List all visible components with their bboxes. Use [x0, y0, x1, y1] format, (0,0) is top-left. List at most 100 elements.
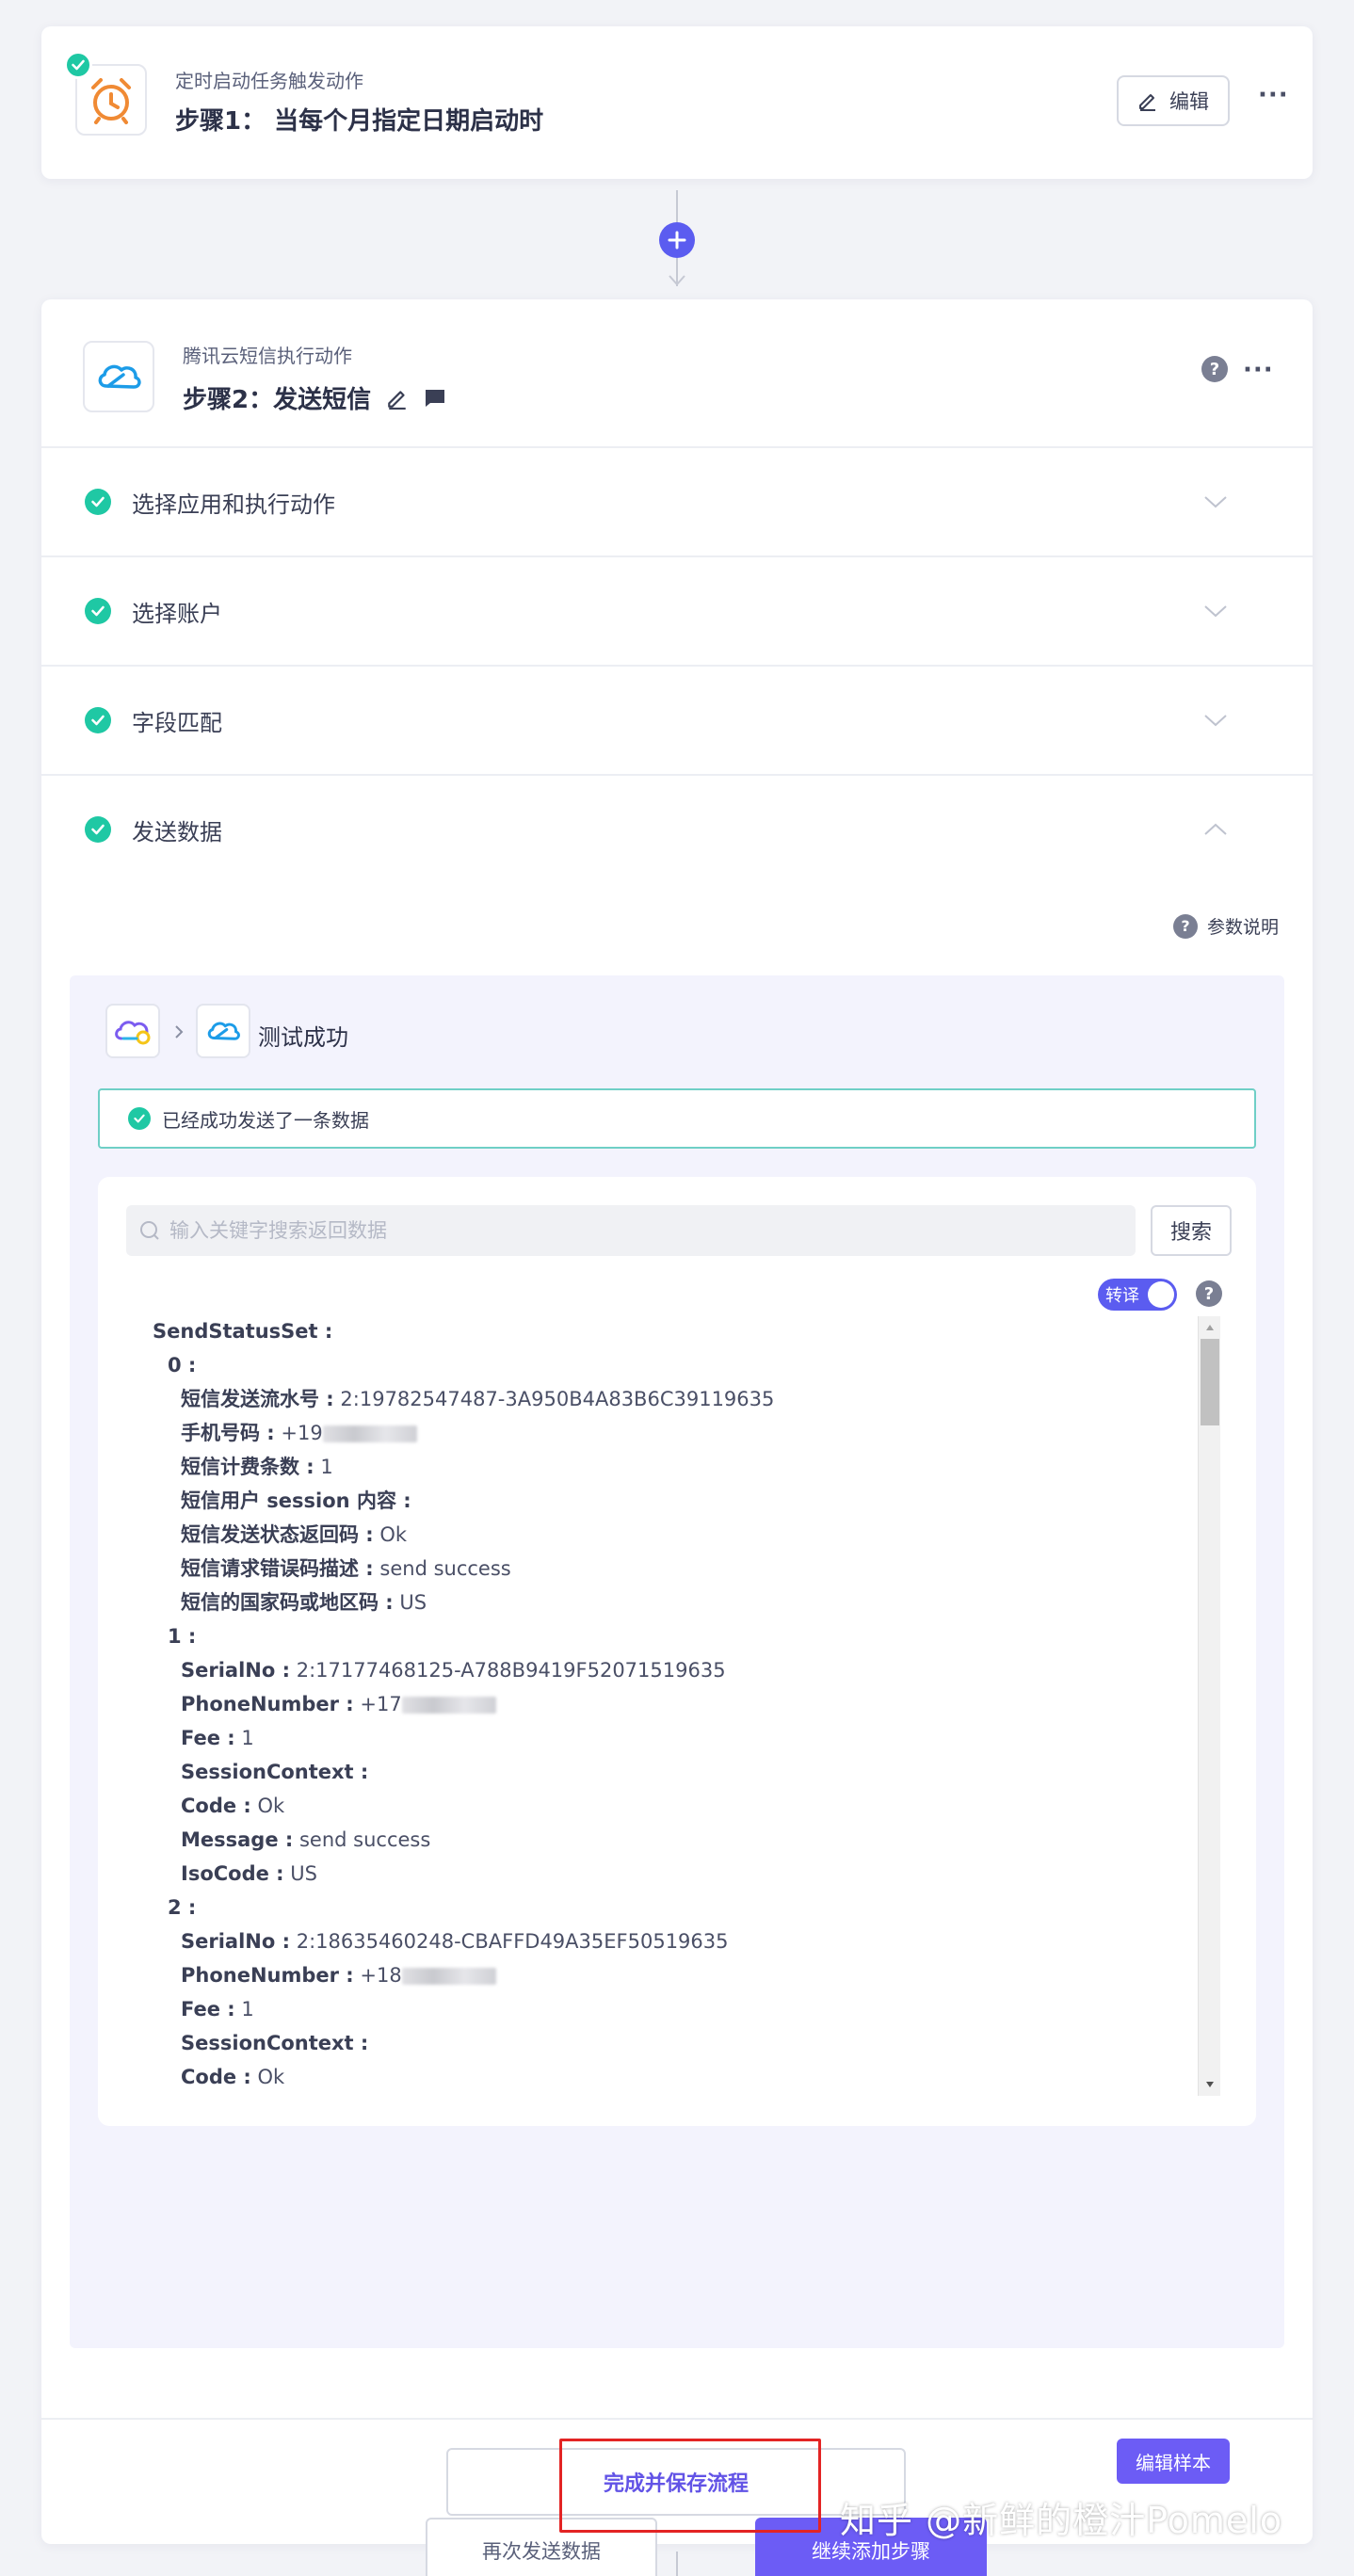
check-icon [85, 707, 111, 733]
chevron-up-icon [1204, 823, 1227, 835]
tree-key: 0 : [168, 1354, 197, 1377]
tree-value: 2:19782547487-3A950B4A83B6C39119635 [340, 1388, 775, 1410]
tree-row: 1 : [153, 1619, 1188, 1653]
edit-button-label: 编辑 [1169, 90, 1209, 113]
scroll-down-arrow[interactable] [1199, 2075, 1221, 2094]
tree-key: IsoCode : [181, 1862, 284, 1885]
section-select-app[interactable]: 选择应用和执行动作 [41, 446, 1313, 555]
check-icon [85, 489, 111, 515]
check-icon [85, 598, 111, 624]
tree-key: SerialNo : [181, 1930, 291, 1953]
response-data-tree: SendStatusSet : 0 : 短信发送流水号 : 2:1978254748… [153, 1314, 1188, 2105]
tree-row: 短信用户 session 内容 : [153, 1484, 1188, 1518]
tree-row: Fee : 1 [153, 1992, 1188, 2026]
scroll-thumb[interactable] [1201, 1339, 1219, 1425]
tree-row: 短信发送状态返回码 : Ok [153, 1518, 1188, 1552]
tree-key: 手机号码 : [181, 1422, 275, 1444]
scrollbar[interactable] [1198, 1316, 1220, 2096]
pencil-icon[interactable] [386, 387, 409, 410]
tree-key: SessionContext : [181, 1761, 369, 1783]
tree-value: send success [379, 1557, 511, 1580]
tree-row: SessionContext : [153, 1755, 1188, 1789]
tree-key: Fee : [181, 1998, 235, 2021]
tree-value: Ok [257, 1795, 285, 1817]
tree-row: 短信的国家码或地区码 : US [153, 1586, 1188, 1619]
section-field-mapping[interactable]: 字段匹配 [41, 665, 1313, 774]
add-step-button[interactable] [659, 222, 695, 258]
tree-key: 2 : [168, 1896, 197, 1919]
tree-row: Message : send success [153, 1823, 1188, 1857]
translate-toggle[interactable]: 转译 [1098, 1279, 1177, 1311]
red-highlight-annotation [559, 2439, 821, 2533]
tree-row: 2 : [153, 1891, 1188, 1924]
section-label: 发送数据 [132, 818, 222, 845]
tree-value: 1 [320, 1456, 333, 1478]
tree-key: 短信发送状态返回码 : [181, 1523, 374, 1546]
tree-key: 短信计费条数 : [181, 1456, 314, 1478]
section-select-account[interactable]: 选择账户 [41, 555, 1313, 665]
comment-icon[interactable] [424, 387, 446, 410]
search-icon [140, 1221, 159, 1240]
tree-row: Code : Ok [153, 1789, 1188, 1823]
toggle-knob [1148, 1281, 1174, 1308]
step1-title: 步骤1： 当每个月指定日期启动时 [175, 107, 544, 136]
tree-row: PhoneNumber : +18 [153, 1958, 1188, 1992]
tree-value: +18 [360, 1964, 402, 1987]
step2-title-row: 步骤2：发送短信 [183, 380, 446, 415]
tree-key: SerialNo : [181, 1659, 291, 1682]
tree-row: Code : Ok [153, 2060, 1188, 2094]
tree-row: SendStatusSet : [153, 1314, 1188, 1348]
watermark: 知乎 @新鲜的橙汁Pomelo [840, 2500, 1283, 2541]
section-label: 选择账户 [132, 600, 222, 627]
tree-value: 1 [241, 1998, 254, 2021]
tree-row: PhoneNumber : +17 [153, 1687, 1188, 1721]
tree-key: PhoneNumber : [181, 1964, 354, 1987]
step2-more-menu[interactable]: ··· [1243, 356, 1274, 384]
connector-line [676, 190, 678, 222]
chevron-down-icon [1204, 715, 1227, 727]
section-send-data[interactable]: 发送数据 [41, 774, 1313, 883]
footer-divider [41, 2418, 1313, 2420]
step1-more-menu[interactable]: ··· [1258, 81, 1289, 109]
completed-check-icon [64, 51, 92, 79]
search-input[interactable] [126, 1205, 1136, 1256]
test-status-title: 测试成功 [258, 1024, 348, 1051]
tencent-cloud-app-icon [83, 341, 154, 412]
check-icon [85, 816, 111, 843]
tree-value: US [290, 1862, 317, 1885]
section-label: 选择应用和执行动作 [132, 491, 335, 518]
tree-key: 短信请求错误码描述 : [181, 1557, 374, 1580]
result-data-box: 搜索 转译 ? SendStatusSet : 0 : 短信发送流水号 : 2:19… [98, 1177, 1256, 2126]
tree-key: Message : [181, 1828, 294, 1851]
tree-key: Code : [181, 1795, 251, 1817]
chevron-down-icon [1204, 496, 1227, 508]
param-help-label: 参数说明 [1207, 917, 1280, 938]
tree-row: IsoCode : US [153, 1857, 1188, 1891]
help-icon[interactable]: ? [1201, 356, 1228, 382]
workflow-logo-icon [105, 1004, 160, 1058]
tree-value: US [399, 1591, 427, 1614]
tree-value: 1 [241, 1727, 254, 1749]
tree-row: 短信请求错误码描述 : send success [153, 1552, 1188, 1586]
tree-row: 0 : [153, 1348, 1188, 1382]
pencil-icon [1139, 94, 1155, 111]
param-help-link[interactable]: ? 参数说明 [1173, 913, 1279, 939]
edit-sample-button[interactable]: 编辑样本 [1117, 2439, 1230, 2484]
tree-row: 手机号码 : +19 [153, 1416, 1188, 1450]
test-result-panel: 测试成功 已经成功发送了一条数据 搜索 转译 ? SendStatusSet :… [70, 975, 1284, 2576]
success-message: 已经成功发送了一条数据 [162, 1108, 369, 1132]
step1-subtitle: 定时启动任务触发动作 [175, 70, 363, 92]
tree-key: SendStatusSet : [153, 1320, 333, 1343]
edit-step1-button[interactable]: 编辑 [1117, 75, 1230, 126]
redacted-phone-blur [401, 1968, 496, 1985]
connector-line [676, 2552, 678, 2576]
help-icon[interactable]: ? [1196, 1280, 1222, 1307]
tree-key: 短信发送流水号 : [181, 1388, 334, 1410]
chevron-down-icon [1204, 605, 1227, 618]
redacted-phone-blur [322, 1425, 417, 1442]
tree-row: SerialNo : 2:18635460248-CBAFFD49A35EF50… [153, 1924, 1188, 1958]
search-button[interactable]: 搜索 [1151, 1205, 1232, 1256]
tree-row: Fee : 1 [153, 1721, 1188, 1755]
scroll-up-arrow[interactable] [1199, 1318, 1221, 1337]
tree-row: 短信计费条数 : 1 [153, 1450, 1188, 1484]
